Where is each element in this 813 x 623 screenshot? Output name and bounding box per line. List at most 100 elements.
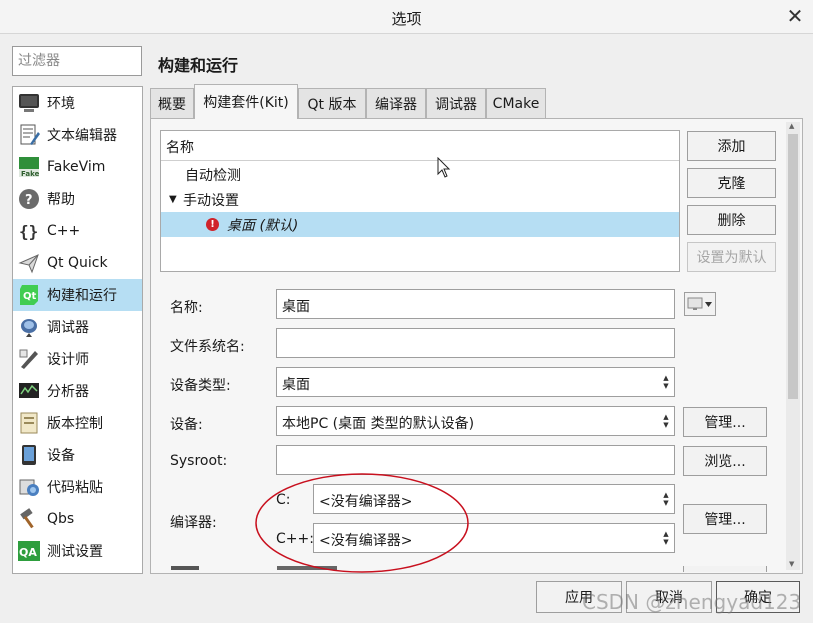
device-type-combo[interactable]: 桌面 ▲ ▼ (276, 367, 675, 397)
sidebar-item-designer[interactable]: 设计师 (13, 343, 142, 375)
sidebar-item-label: 调试器 (47, 320, 89, 336)
sysroot-field[interactable] (276, 445, 675, 475)
combo-arrows-icon: ▲ ▼ (663, 491, 669, 507)
manage-compilers-button[interactable]: 管理... (683, 504, 767, 534)
combo-arrows-icon: ▲ ▼ (663, 374, 669, 390)
close-button[interactable]: ✕ (783, 4, 807, 28)
sidebar-item-help[interactable]: ? 帮助 (13, 183, 142, 215)
tree-header-name[interactable]: 名称 (161, 131, 679, 161)
tab-overview[interactable]: 概要 (150, 88, 194, 118)
tab-kits[interactable]: 构建套件(Kit) (194, 84, 298, 119)
mouse-cursor-icon (437, 157, 451, 178)
sidebar-item-label: FakeVim (47, 159, 106, 175)
monitor-icon (687, 297, 712, 310)
tab-compilers[interactable]: 编译器 (366, 88, 426, 118)
analyzer-icon (17, 379, 41, 403)
remove-kit-button[interactable]: 删除 (687, 205, 776, 235)
sidebar-item-build-run[interactable]: Qt 构建和运行 (13, 279, 142, 311)
sidebar-item-label: 测试设置 (47, 544, 103, 560)
designer-icon (17, 347, 41, 371)
svg-text:QA: QA (19, 546, 37, 559)
category-sidebar: 环境 文本编辑器 Fake FakeVim ? 帮助 {} C++ Qt Qui… (12, 86, 143, 574)
combo-arrows-icon: ▲ ▼ (663, 413, 669, 429)
svg-text:Qt: Qt (23, 291, 37, 302)
sysroot-label: Sysroot: (170, 453, 228, 469)
kit-name-field[interactable]: 桌面 (276, 289, 675, 319)
watermark: CSDN @zhengyad123 (582, 590, 802, 614)
manage-device-button[interactable]: 管理... (683, 407, 767, 437)
qt-build-run-icon: Qt (17, 283, 41, 307)
fakevim-icon: Fake (17, 155, 41, 179)
tree-row-label: 手动设置 (183, 192, 239, 209)
compiler-label: 编译器: (170, 515, 217, 531)
sidebar-item-label: 文本编辑器 (47, 128, 117, 144)
window-title: 选项 (391, 10, 422, 28)
kit-icon-button[interactable] (684, 292, 716, 316)
sidebar-item-label: 代码粘贴 (47, 480, 103, 496)
sidebar-item-label: 构建和运行 (47, 288, 117, 304)
sidebar-item-code-paste[interactable]: 代码粘贴 (13, 471, 142, 503)
clone-kit-button[interactable]: 克隆 (687, 168, 776, 198)
filesystem-name-field[interactable] (276, 328, 675, 358)
sidebar-item-label: 设计师 (47, 352, 89, 368)
tree-row-desktop-kit[interactable]: ! 桌面 (默认) (161, 212, 679, 237)
monitor-icon (17, 91, 41, 115)
sidebar-item-cpp[interactable]: {} C++ (13, 215, 142, 247)
kit-tree[interactable]: 名称 自动检测 ▼ 手动设置 ! 桌面 (默认) (160, 130, 680, 272)
cpp-braces-icon: {} (17, 219, 41, 243)
version-control-icon (17, 411, 41, 435)
sidebar-item-test-settings[interactable]: QA 测试设置 (13, 535, 142, 567)
sidebar-item-fakevim[interactable]: Fake FakeVim (13, 151, 142, 183)
title-bar: 选项 ✕ (0, 0, 813, 34)
expand-arrow-icon[interactable]: ▼ (161, 194, 183, 205)
filter-input[interactable] (12, 46, 142, 76)
qt-quick-icon (17, 251, 41, 275)
tree-row-manual[interactable]: ▼ 手动设置 (161, 187, 679, 212)
text-editor-icon (17, 123, 41, 147)
page-title: 构建和运行 (158, 56, 239, 75)
svg-text:?: ? (25, 193, 33, 208)
sidebar-item-analyzer[interactable]: 分析器 (13, 375, 142, 407)
device-combo[interactable]: 本地PC (桌面 类型的默认设备) ▲ ▼ (276, 406, 675, 436)
panel-scrollbar[interactable]: ▲ ▼ (786, 122, 800, 570)
sidebar-item-label: 分析器 (47, 384, 89, 400)
svg-text:{}: {} (19, 222, 38, 241)
tree-row-auto-detected[interactable]: 自动检测 (161, 162, 679, 187)
device-type-label: 设备类型: (170, 378, 231, 394)
sidebar-item-qt-quick[interactable]: Qt Quick (13, 247, 142, 279)
tab-qt-versions[interactable]: Qt 版本 (298, 88, 366, 118)
tab-cmake[interactable]: CMake (486, 88, 546, 118)
scroll-down-icon[interactable]: ▼ (789, 560, 794, 568)
annotation-ellipse (255, 473, 469, 573)
qbs-hammer-icon (17, 507, 41, 531)
sidebar-item-label: Qbs (47, 511, 75, 527)
sidebar-item-label: C++ (47, 223, 81, 239)
name-label: 名称: (170, 300, 203, 316)
sidebar-item-debugger[interactable]: 调试器 (13, 311, 142, 343)
kit-name-label: 桌面 (默认) (227, 217, 299, 234)
debugger-icon (17, 315, 41, 339)
qa-test-icon: QA (17, 539, 41, 563)
sidebar-item-environment[interactable]: 环境 (13, 87, 142, 119)
sidebar-item-version-control[interactable]: 版本控制 (13, 407, 142, 439)
device-label: 设备: (170, 417, 203, 433)
fs-name-label: 文件系统名: (170, 339, 245, 355)
tab-debuggers[interactable]: 调试器 (426, 88, 486, 118)
device-icon (17, 443, 41, 467)
sidebar-item-qbs[interactable]: Qbs (13, 503, 142, 535)
combo-arrows-icon: ▲ ▼ (663, 530, 669, 546)
scroll-up-icon[interactable]: ▲ (789, 122, 794, 130)
svg-text:Fake: Fake (21, 170, 40, 178)
browse-sysroot-button[interactable]: 浏览... (683, 446, 767, 476)
sidebar-item-label: 设备 (47, 448, 75, 464)
help-icon: ? (17, 187, 41, 211)
sidebar-item-label: 帮助 (47, 192, 75, 208)
sidebar-item-text-editor[interactable]: 文本编辑器 (13, 119, 142, 151)
scroll-thumb[interactable] (788, 134, 798, 399)
make-default-button[interactable]: 设置为默认 (687, 242, 776, 272)
sidebar-item-devices[interactable]: 设备 (13, 439, 142, 471)
code-paste-icon (17, 475, 41, 499)
sidebar-item-label: 环境 (47, 96, 75, 112)
add-kit-button[interactable]: 添加 (687, 131, 776, 161)
device-type-value: 桌面 (282, 377, 310, 393)
